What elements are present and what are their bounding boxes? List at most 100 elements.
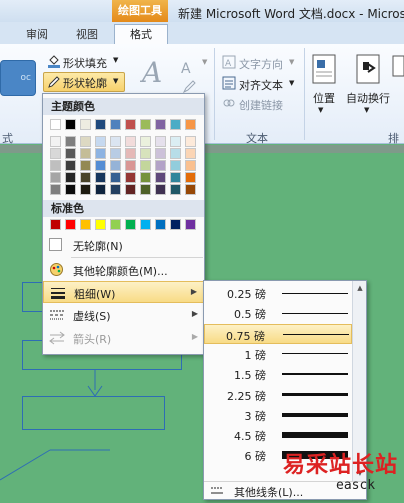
theme-color-swatch[interactable] <box>155 119 166 130</box>
theme-color-swatch[interactable] <box>185 119 196 130</box>
theme-color-swatch[interactable] <box>170 172 181 183</box>
shape-style-preview[interactable]: oc <box>0 60 36 96</box>
standard-color-swatch[interactable] <box>50 219 61 230</box>
theme-color-swatch[interactable] <box>95 184 106 195</box>
weight-option[interactable]: 0.25 磅 <box>204 283 352 303</box>
standard-color-swatch[interactable] <box>125 219 136 230</box>
theme-color-swatch[interactable] <box>50 136 61 147</box>
theme-color-swatch[interactable] <box>65 184 76 195</box>
theme-color-swatch[interactable] <box>140 148 151 159</box>
create-link-button[interactable]: 创建链接 <box>239 97 283 113</box>
chevron-down-icon[interactable]: ▼ <box>202 58 207 66</box>
theme-color-swatch[interactable] <box>95 119 106 130</box>
theme-color-swatch[interactable] <box>140 160 151 171</box>
theme-color-swatch[interactable] <box>65 172 76 183</box>
theme-color-swatch[interactable] <box>80 119 91 130</box>
theme-color-swatch[interactable] <box>185 172 196 183</box>
theme-color-swatch[interactable] <box>185 160 196 171</box>
theme-color-swatch[interactable] <box>140 172 151 183</box>
theme-color-swatch[interactable] <box>50 148 61 159</box>
weight-item[interactable]: 粗细(W) ▶ <box>43 281 204 303</box>
theme-color-swatch[interactable] <box>80 184 91 195</box>
theme-color-swatch[interactable] <box>80 160 91 171</box>
weight-option[interactable]: 1 磅 <box>204 344 352 364</box>
position-button[interactable]: 位置 <box>313 90 335 106</box>
wrap-text-button[interactable]: 自动换行 <box>346 90 390 106</box>
theme-color-swatch[interactable] <box>140 136 151 147</box>
tab-view[interactable]: 视图 <box>76 26 98 42</box>
theme-color-swatch[interactable] <box>110 160 121 171</box>
theme-color-swatch[interactable] <box>125 160 136 171</box>
theme-color-swatch[interactable] <box>95 148 106 159</box>
theme-color-swatch[interactable] <box>125 136 136 147</box>
theme-color-swatch[interactable] <box>110 148 121 159</box>
theme-color-swatch[interactable] <box>170 160 181 171</box>
theme-color-swatch[interactable] <box>140 119 151 130</box>
theme-color-swatch[interactable] <box>125 119 136 130</box>
flowchart-process-box[interactable] <box>22 396 165 430</box>
weight-option[interactable]: 0.75 磅 <box>204 323 352 344</box>
chevron-down-icon[interactable]: ▼ <box>289 79 294 87</box>
theme-color-swatch[interactable] <box>65 160 76 171</box>
theme-color-swatch[interactable] <box>125 148 136 159</box>
theme-color-swatch[interactable] <box>95 136 106 147</box>
theme-color-swatch[interactable] <box>95 172 106 183</box>
standard-color-swatch[interactable] <box>185 219 196 230</box>
align-text-button[interactable]: 对齐文本 <box>239 77 283 93</box>
text-fill-icon[interactable]: A <box>180 60 198 79</box>
chevron-down-icon[interactable]: ▼ <box>318 106 323 114</box>
theme-color-swatch[interactable] <box>155 136 166 147</box>
theme-color-swatch[interactable] <box>185 184 196 195</box>
no-outline-item[interactable]: 无轮廓(N) <box>43 234 204 256</box>
theme-color-swatch[interactable] <box>140 184 151 195</box>
weight-option[interactable]: 0.5 磅 <box>204 303 352 323</box>
text-direction-button[interactable]: 文字方向 <box>239 56 283 72</box>
theme-color-swatch[interactable] <box>125 184 136 195</box>
more-outline-colors-item[interactable]: 其他轮廓颜色(M)... <box>43 259 204 281</box>
standard-color-swatch[interactable] <box>110 219 121 230</box>
theme-color-swatch[interactable] <box>110 172 121 183</box>
theme-color-swatch[interactable] <box>155 172 166 183</box>
theme-color-swatch[interactable] <box>80 172 91 183</box>
standard-color-swatch[interactable] <box>65 219 76 230</box>
theme-color-swatch[interactable] <box>65 136 76 147</box>
theme-color-swatch[interactable] <box>170 119 181 130</box>
dashes-item[interactable]: 虚线(S) ▶ <box>43 304 204 326</box>
bring-forward-icon[interactable] <box>392 54 404 81</box>
theme-color-swatch[interactable] <box>80 136 91 147</box>
position-icon[interactable] <box>312 54 336 87</box>
weight-option[interactable]: 3 磅 <box>204 405 352 425</box>
theme-color-swatch[interactable] <box>50 160 61 171</box>
arrows-item[interactable]: 箭头(R) ▶ <box>43 327 204 349</box>
chevron-down-icon[interactable]: ▼ <box>113 77 118 85</box>
theme-color-swatch[interactable] <box>50 119 61 130</box>
tab-review[interactable]: 审阅 <box>26 26 48 42</box>
standard-color-swatch[interactable] <box>140 219 151 230</box>
theme-color-swatch[interactable] <box>80 148 91 159</box>
chevron-down-icon[interactable]: ▼ <box>364 106 369 114</box>
standard-color-swatch[interactable] <box>170 219 181 230</box>
theme-color-swatch[interactable] <box>110 119 121 130</box>
drawing-tools-context-tab[interactable]: 绘图工具 <box>112 0 168 22</box>
theme-color-swatch[interactable] <box>50 184 61 195</box>
wordart-a-icon[interactable]: A <box>139 56 170 91</box>
weight-option[interactable]: 1.5 磅 <box>204 364 352 384</box>
weight-option[interactable]: 4.5 磅 <box>204 425 352 445</box>
theme-color-swatch[interactable] <box>125 172 136 183</box>
theme-color-swatch[interactable] <box>155 184 166 195</box>
theme-color-swatch[interactable] <box>185 148 196 159</box>
theme-color-swatch[interactable] <box>50 172 61 183</box>
theme-color-swatch[interactable] <box>170 136 181 147</box>
theme-color-swatch[interactable] <box>170 184 181 195</box>
theme-color-swatch[interactable] <box>110 136 121 147</box>
theme-color-swatch[interactable] <box>170 148 181 159</box>
weight-option[interactable]: 2.25 磅 <box>204 385 352 405</box>
scroll-up-icon[interactable]: ▲ <box>354 282 366 295</box>
theme-color-swatch[interactable] <box>95 160 106 171</box>
theme-color-swatch[interactable] <box>65 148 76 159</box>
chevron-down-icon[interactable]: ▼ <box>113 56 118 64</box>
shape-fill-button[interactable]: 形状填充 <box>63 55 107 71</box>
standard-color-swatch[interactable] <box>95 219 106 230</box>
wrap-text-icon[interactable] <box>356 54 380 87</box>
theme-color-swatch[interactable] <box>155 160 166 171</box>
